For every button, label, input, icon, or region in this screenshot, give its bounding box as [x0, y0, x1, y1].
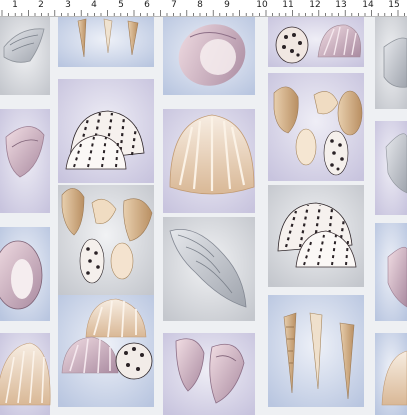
ruler-label-12: 12: [309, 0, 321, 10]
ruler-label-9: 9: [224, 0, 230, 10]
conch-shell-top-right: [383, 37, 407, 88]
seashell-fabric-pattern: [0, 17, 407, 415]
ruler-label-10: 10: [256, 0, 268, 10]
ruler-label-14: 14: [362, 0, 374, 10]
ruler-label-15: 15: [388, 0, 400, 10]
ruler-label-1: 1: [12, 0, 18, 10]
ruler-label-7: 7: [171, 0, 177, 10]
ruler-label-11: 11: [282, 0, 294, 10]
spotted-shell-top: [275, 26, 309, 64]
seashell-print: [0, 17, 407, 415]
measurement-ruler: 1 2 3 4 5 6 7 8 9 10 11 12 13 14 15: [0, 0, 407, 17]
spotted-cone-shell: [323, 130, 349, 176]
ruler-label-8: 8: [197, 0, 203, 10]
ruler-label-13: 13: [335, 0, 347, 10]
ruler-label-3: 3: [65, 0, 71, 10]
ruler-label-4: 4: [91, 0, 97, 10]
ruler-label-6: 6: [144, 0, 150, 10]
ruler-label-2: 2: [38, 0, 44, 10]
ruler-label-5: 5: [118, 0, 124, 10]
